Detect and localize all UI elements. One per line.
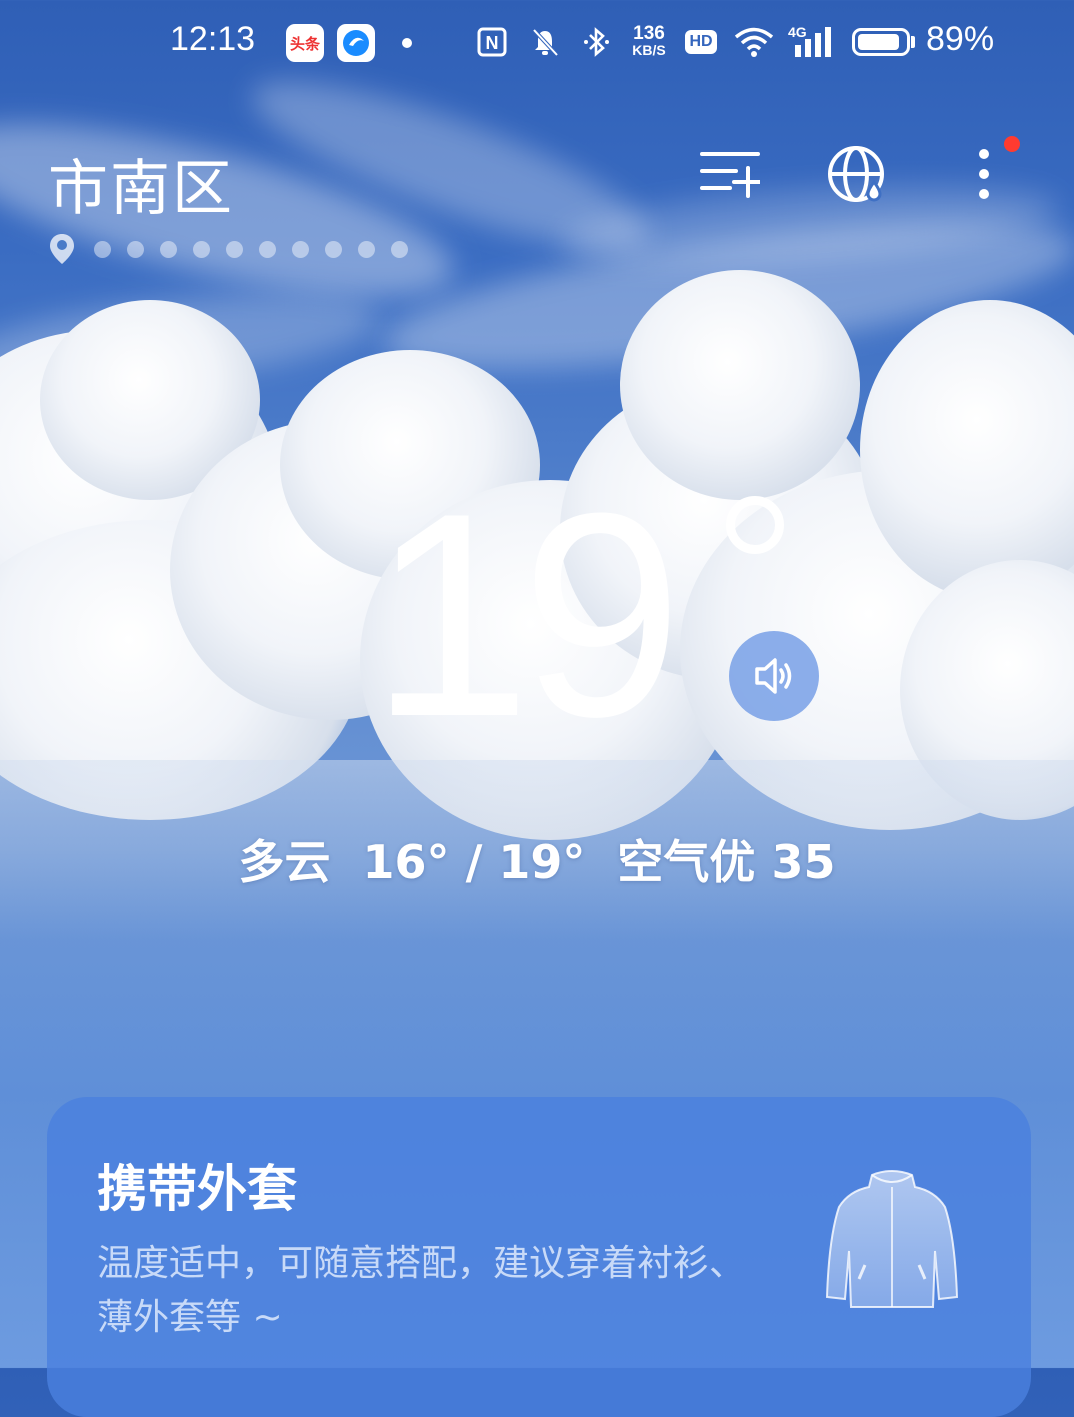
add-city-icon[interactable]	[700, 144, 760, 204]
page-dot[interactable]	[193, 240, 210, 258]
svg-text:N: N	[486, 33, 499, 53]
toutiao-icon: 头条	[286, 24, 324, 62]
nfc-icon: N	[475, 24, 509, 60]
hd-icon: HD	[684, 24, 718, 60]
global-weather-icon[interactable]	[828, 144, 888, 204]
page-dot[interactable]	[325, 240, 342, 258]
card-title: 携带外套	[97, 1160, 297, 1218]
network-speed-value: 136	[633, 23, 665, 44]
speaker-icon	[755, 658, 792, 694]
network-speed: 136 KB/S	[626, 24, 672, 60]
battery-icon	[852, 28, 910, 56]
battery-level-fill	[858, 34, 899, 50]
jacket-icon	[825, 1170, 959, 1308]
more-options-icon[interactable]	[954, 144, 1014, 204]
page-dot[interactable]	[226, 240, 243, 258]
page-dot[interactable]	[259, 240, 276, 258]
city-page-indicator	[48, 232, 424, 266]
current-temperature: 19	[370, 453, 683, 777]
page-dot[interactable]	[391, 240, 408, 258]
degree-symbol	[726, 496, 784, 554]
cellular-signal-icon: 4G	[788, 24, 838, 60]
bluetooth-icon	[580, 24, 614, 60]
card-description: 温度适中，可随意搭配，建议穿着衬衫、薄外套等 ~	[97, 1243, 746, 1338]
location-pin-icon	[50, 234, 74, 264]
status-bar: 12:13 头条 N 136 KB/S HD 4G 89%	[0, 0, 1074, 86]
page-dot[interactable]	[160, 240, 177, 258]
clothing-suggestion-card[interactable]: 携带外套 温度适中，可随意搭配，建议穿着衬衫、薄外套等 ~	[47, 1097, 1031, 1417]
city-name[interactable]: 市南区	[48, 140, 234, 227]
battery-percent: 89%	[926, 20, 995, 58]
status-time: 12:13	[170, 20, 256, 58]
page-dot[interactable]	[358, 240, 375, 258]
browser-icon	[337, 24, 375, 62]
notification-badge	[1004, 136, 1020, 152]
page-dot[interactable]	[94, 240, 111, 258]
wifi-icon	[732, 24, 776, 60]
network-speed-unit: KB/S	[632, 42, 666, 58]
voice-broadcast-button[interactable]	[729, 631, 819, 721]
bell-muted-icon	[528, 24, 562, 60]
network-type: 4G	[788, 24, 807, 40]
page-dot[interactable]	[292, 240, 309, 258]
weather-summary[interactable]: 多云 16° / 19° 空气优 35	[0, 826, 1074, 892]
battery-cap	[911, 36, 915, 48]
more-notifications-dot	[402, 38, 412, 48]
page-dot[interactable]	[127, 240, 144, 258]
